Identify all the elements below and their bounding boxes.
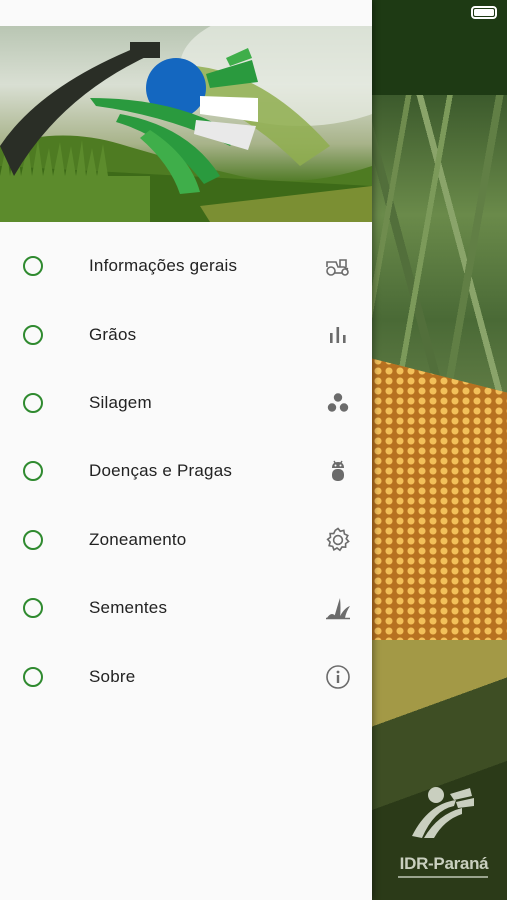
sprout-icon — [326, 598, 350, 620]
gear-icon — [326, 527, 350, 552]
bar-chart-icon — [330, 326, 346, 343]
menu-item-label: Silagem — [89, 392, 152, 412]
menu-item-informacoes-gerais[interactable]: Informações gerais — [0, 232, 372, 300]
menu-item-label: Sementes — [89, 598, 168, 618]
menu-item-label: Zoneamento — [89, 529, 187, 549]
drawer-header-image — [0, 26, 372, 222]
corn-cob-photo — [372, 358, 507, 685]
menu-item-silagem[interactable]: Silagem — [0, 369, 372, 437]
radio-button[interactable] — [23, 598, 43, 619]
menu-item-zoneamento[interactable]: Zoneamento — [0, 506, 372, 574]
battery-icon — [471, 6, 497, 19]
menu-item-label: Grãos — [89, 324, 137, 344]
menu-item-label: Sobre — [89, 666, 136, 686]
radio-button[interactable] — [23, 529, 43, 550]
corn-leaves-photo — [372, 95, 507, 395]
info-icon — [326, 664, 350, 689]
menu-item-sobre[interactable]: Sobre — [0, 642, 372, 710]
radio-button[interactable] — [23, 461, 43, 482]
radio-button[interactable] — [23, 256, 43, 277]
menu-item-label: Informações gerais — [89, 256, 238, 276]
menu-item-graos[interactable]: Grãos — [0, 300, 372, 368]
menu-item-sementes[interactable]: Sementes — [0, 574, 372, 642]
idr-logo-mark-icon — [412, 787, 474, 838]
three-dots-cluster-icon — [327, 393, 349, 412]
tractor-icon — [326, 259, 349, 276]
radio-button[interactable] — [23, 666, 43, 687]
brand-name: IDR-Paraná — [399, 854, 489, 873]
drawer-menu: Informações gerais Grãos Silagem Doenças… — [0, 232, 372, 711]
navigation-drawer: Informações gerais Grãos Silagem Doenças… — [0, 0, 372, 900]
bug-icon — [332, 460, 344, 482]
radio-button[interactable] — [23, 324, 43, 345]
menu-item-label: Doenças e Pragas — [89, 461, 233, 481]
menu-item-doencas-e-pragas[interactable]: Doenças e Pragas — [0, 437, 372, 505]
radio-button[interactable] — [23, 392, 43, 413]
